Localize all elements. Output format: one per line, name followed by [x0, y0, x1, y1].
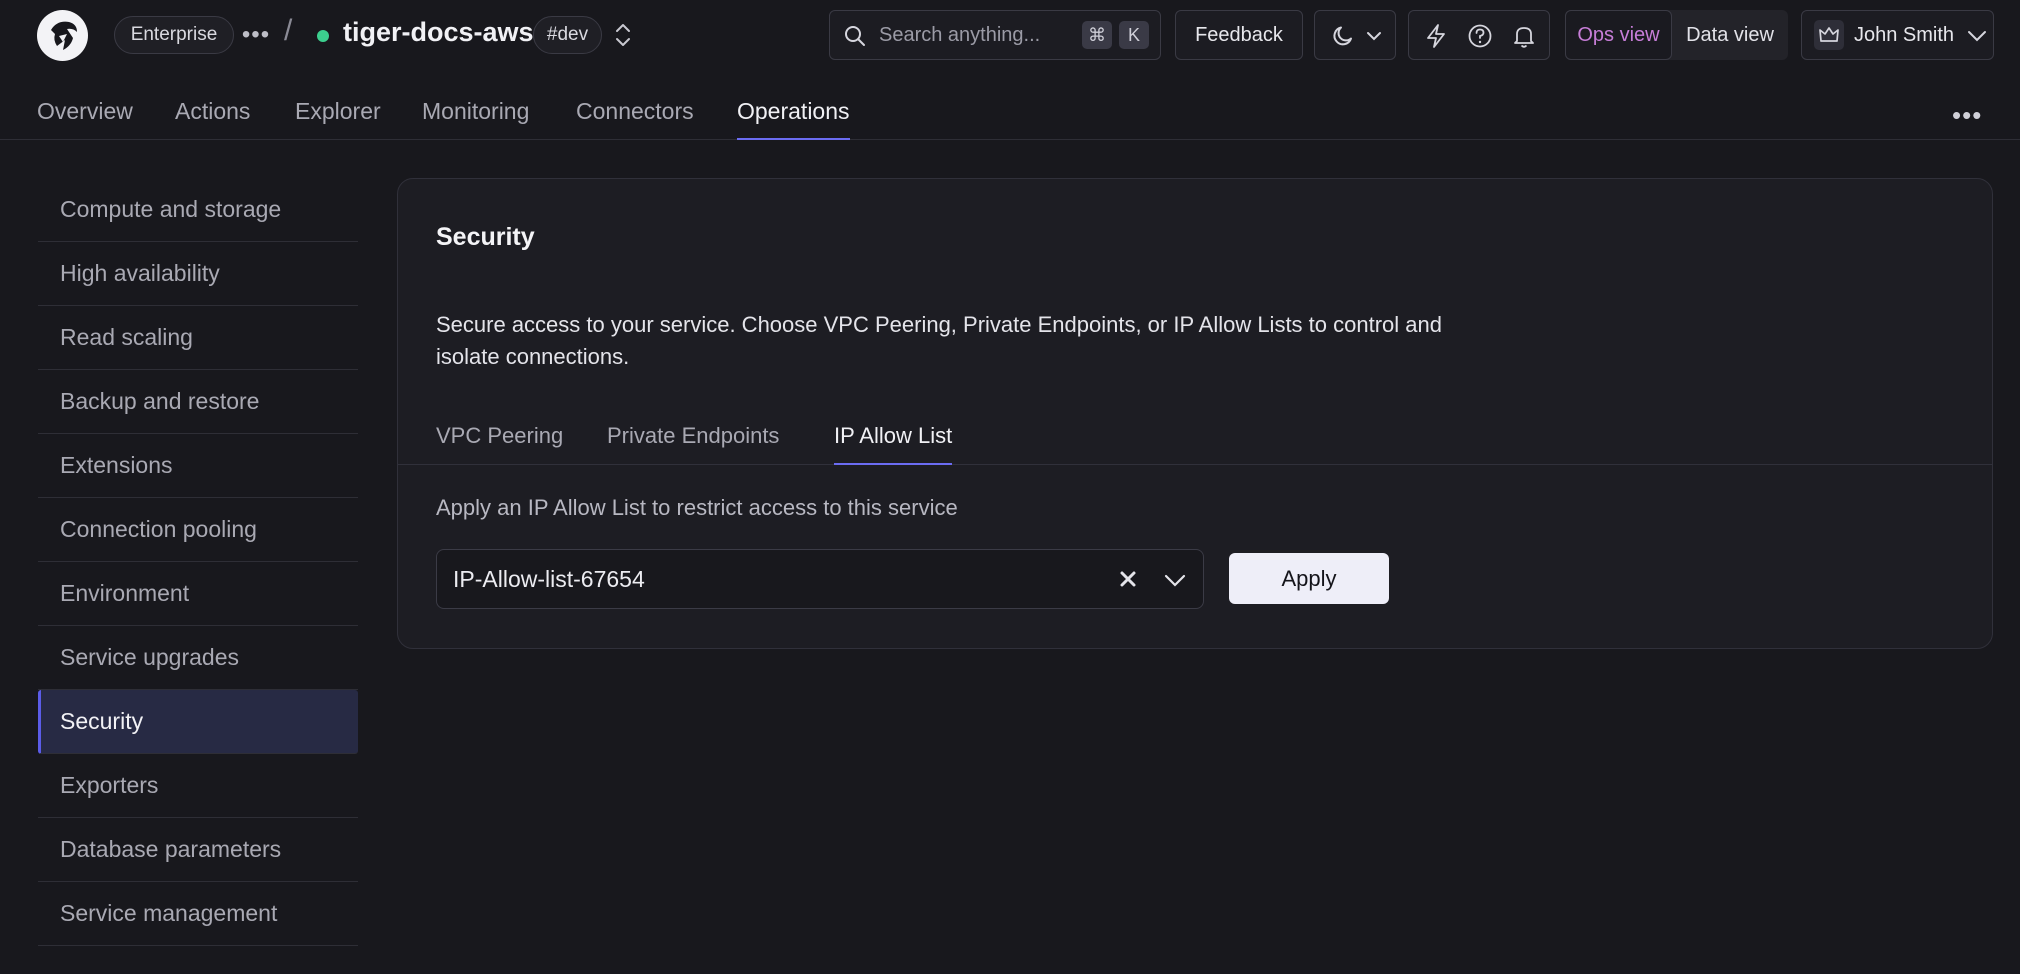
operations-sidebar: Compute and storage High availability Re… [38, 178, 358, 946]
tab-explorer[interactable]: Explorer [295, 98, 381, 140]
sidebar-item-exporters[interactable]: Exporters [38, 754, 358, 818]
data-view-button[interactable]: Data view [1672, 10, 1788, 60]
chevron-down-icon [1966, 26, 1988, 52]
selected-ip-allow-list: IP-Allow-list-67654 [453, 566, 645, 592]
top-bar: Enterprise ••• / tiger-docs-aws #dev Sea… [0, 0, 2020, 70]
apply-button[interactable]: Apply [1229, 553, 1389, 604]
search-placeholder: Search anything... [879, 24, 1041, 46]
user-menu-button[interactable]: John Smith [1801, 10, 1994, 60]
service-status-icon [317, 30, 329, 42]
shortcut-cmd-key: ⌘ [1082, 21, 1112, 49]
sidebar-item-service-management[interactable]: Service management [38, 882, 358, 946]
service-name[interactable]: tiger-docs-aws [343, 17, 534, 48]
tiger-logo-icon[interactable] [37, 10, 88, 61]
sidebar-item-database-parameters[interactable]: Database parameters [38, 818, 358, 882]
chevron-down-icon[interactable] [1163, 570, 1187, 596]
shortcut-k-key: K [1119, 21, 1149, 49]
chevron-down-icon [1365, 27, 1383, 51]
theme-toggle-button[interactable] [1314, 10, 1396, 60]
main-nav: Overview Actions Explorer Monitoring Con… [0, 88, 2020, 140]
header-icon-group [1408, 10, 1550, 60]
tab-monitoring[interactable]: Monitoring [422, 98, 529, 140]
sidebar-item-connection-pooling[interactable]: Connection pooling [38, 498, 358, 562]
sidebar-item-compute-and-storage[interactable]: Compute and storage [38, 178, 358, 242]
org-badge[interactable]: Enterprise [114, 16, 234, 54]
sidebar-item-service-upgrades[interactable]: Service upgrades [38, 626, 358, 690]
sidebar-item-environment[interactable]: Environment [38, 562, 358, 626]
env-tag: #dev [533, 16, 602, 54]
lightning-icon[interactable] [1423, 23, 1449, 49]
sidebar-item-read-scaling[interactable]: Read scaling [38, 306, 358, 370]
ip-allow-list-select[interactable]: IP-Allow-list-67654 [436, 549, 1204, 609]
user-name: John Smith [1854, 24, 1955, 46]
help-icon[interactable] [1467, 23, 1493, 49]
moon-icon [1331, 24, 1355, 54]
more-horizontal-icon[interactable]: ••• [1952, 100, 1982, 131]
bell-icon[interactable] [1511, 23, 1537, 49]
search-input[interactable]: Search anything... ⌘ K [829, 10, 1161, 60]
security-description: Secure access to your service. Choose VP… [436, 312, 1442, 369]
more-horizontal-icon[interactable]: ••• [242, 20, 270, 50]
security-card: Security Secure access to your service. … [397, 178, 1993, 649]
sidebar-item-security[interactable]: Security [38, 690, 358, 754]
feedback-button[interactable]: Feedback [1175, 10, 1303, 60]
tab-vpc-peering[interactable]: VPC Peering [436, 423, 563, 465]
page-title: Security [436, 223, 535, 251]
view-toggle: Ops view Data view [1565, 10, 1788, 60]
tab-connectors[interactable]: Connectors [576, 98, 694, 140]
ops-view-button[interactable]: Ops view [1565, 10, 1672, 60]
clear-icon[interactable] [1117, 568, 1139, 596]
tab-overview[interactable]: Overview [37, 98, 133, 140]
sidebar-item-extensions[interactable]: Extensions [38, 434, 358, 498]
ip-allow-list-hint: Apply an IP Allow List to restrict acces… [436, 495, 958, 520]
tab-private-endpoints[interactable]: Private Endpoints [607, 423, 779, 465]
crown-icon [1814, 20, 1844, 50]
sidebar-item-backup-and-restore[interactable]: Backup and restore [38, 370, 358, 434]
tab-operations[interactable]: Operations [737, 98, 850, 140]
tab-actions[interactable]: Actions [175, 98, 250, 140]
tab-ip-allow-list[interactable]: IP Allow List [834, 423, 953, 465]
security-tabs: VPC Peering Private Endpoints IP Allow L… [398, 409, 1992, 465]
sidebar-item-high-availability[interactable]: High availability [38, 242, 358, 306]
chevron-up-down-icon[interactable] [612, 20, 634, 50]
search-icon [844, 25, 866, 53]
breadcrumb-separator: / [284, 14, 293, 47]
